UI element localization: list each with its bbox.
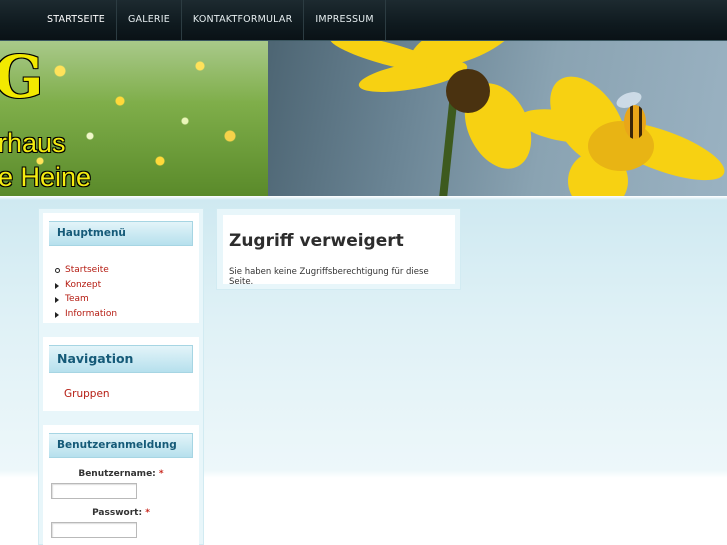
top-navigation: STARTSEITE GALERIE KONTAKTFORMULAR IMPRE… bbox=[0, 0, 727, 41]
navigation-title: Navigation bbox=[49, 345, 193, 373]
menu-item-label[interactable]: Konzept bbox=[65, 280, 101, 290]
bee-icon bbox=[624, 105, 646, 139]
access-denied-message: Sie haben keine Zugriffsberechtigung für… bbox=[229, 267, 429, 287]
main-menu-list: Startseite Konzept Team Information bbox=[55, 263, 117, 321]
banner-flower-image bbox=[268, 41, 727, 196]
circle-bullet-icon bbox=[55, 268, 60, 273]
required-mark: * bbox=[145, 508, 150, 518]
groups-link[interactable]: Gruppen bbox=[64, 388, 110, 400]
menu-item-label[interactable]: Startseite bbox=[65, 265, 109, 275]
site-logo: G bbox=[0, 43, 44, 111]
navigation-module: Navigation Gruppen bbox=[43, 337, 199, 411]
login-title: Benutzeranmeldung bbox=[49, 433, 193, 458]
arrow-bullet-icon bbox=[55, 282, 59, 289]
flower-center bbox=[446, 69, 490, 113]
flower-stem bbox=[438, 100, 458, 196]
username-input[interactable] bbox=[51, 483, 137, 499]
password-input[interactable] bbox=[51, 522, 137, 538]
menu-item-label[interactable]: Information bbox=[65, 309, 117, 319]
page-title: Zugriff verweigert bbox=[229, 231, 404, 251]
nav-item-kontaktformular[interactable]: KONTAKTFORMULAR bbox=[182, 0, 305, 40]
left-sidebar: Hauptmenü Startseite Konzept Team Inform… bbox=[38, 208, 204, 545]
banner-meadow-image: G rhaus e Heine bbox=[0, 41, 268, 196]
site-title-line2: e Heine bbox=[0, 162, 92, 192]
menu-item-konzept[interactable]: Konzept bbox=[55, 278, 117, 293]
main-menu-title: Hauptmenü bbox=[49, 221, 193, 246]
menu-item-startseite[interactable]: Startseite bbox=[55, 263, 117, 278]
arrow-bullet-icon bbox=[55, 297, 59, 303]
site-title-line1: rhaus bbox=[0, 128, 66, 158]
header-banner: G rhaus e Heine bbox=[0, 41, 727, 196]
nav-item-galerie[interactable]: GALERIE bbox=[117, 0, 182, 40]
login-module: Benutzeranmeldung Benutzername: * Passwo… bbox=[43, 425, 199, 545]
main-menu-module: Hauptmenü Startseite Konzept Team Inform… bbox=[43, 213, 199, 323]
required-mark: * bbox=[158, 469, 164, 479]
main-nav-list: STARTSEITE GALERIE KONTAKTFORMULAR IMPRE… bbox=[36, 0, 386, 40]
nav-item-impressum[interactable]: IMPRESSUM bbox=[304, 0, 386, 40]
content-box: Zugriff verweigert Sie haben keine Zugri… bbox=[223, 215, 455, 287]
arrow-bullet-icon bbox=[55, 311, 59, 318]
password-label-text: Passwort: bbox=[92, 508, 143, 518]
password-label: Passwort: * bbox=[43, 508, 199, 518]
username-label-text: Benutzername: bbox=[78, 469, 156, 479]
username-label: Benutzername: * bbox=[43, 469, 199, 479]
menu-item-team[interactable]: Team bbox=[55, 292, 117, 307]
main-content: Zugriff verweigert Sie haben keine Zugri… bbox=[216, 208, 461, 290]
nav-item-startseite[interactable]: STARTSEITE bbox=[36, 0, 117, 40]
menu-item-label[interactable]: Team bbox=[65, 294, 89, 304]
menu-item-information[interactable]: Information bbox=[55, 307, 117, 322]
